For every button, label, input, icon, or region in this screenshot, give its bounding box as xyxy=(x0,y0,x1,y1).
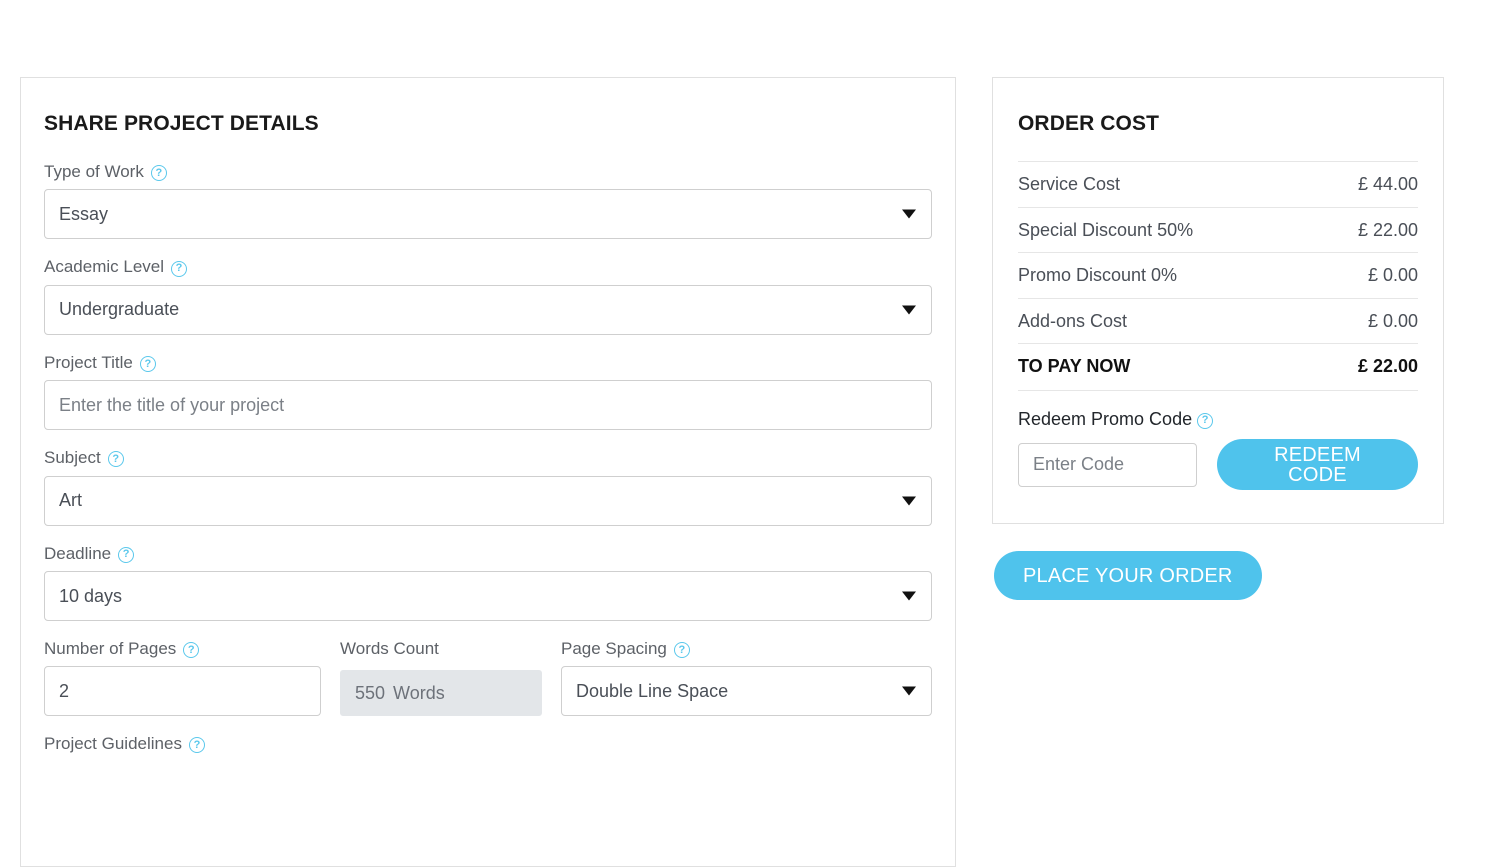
redeem-code-button[interactable]: REDEEM CODE xyxy=(1216,439,1418,491)
chevron-down-icon xyxy=(902,686,916,696)
field-number-of-pages: Number of Pages ? 2 xyxy=(44,639,321,717)
label-redeem-promo-code: Redeem Promo Code ? xyxy=(1018,409,1418,430)
label-text: Project Title xyxy=(44,352,133,372)
cost-amount: £ 0.00 xyxy=(1367,310,1418,331)
select-academic-level[interactable]: Undergraduate xyxy=(44,284,932,335)
cost-amount: £ 22.00 xyxy=(1357,219,1418,240)
select-value: Essay xyxy=(59,203,109,224)
order-cost-card: ORDER COST Service Cost £ 44.00 Special … xyxy=(992,77,1444,524)
label-text: Deadline xyxy=(44,543,112,563)
order-cost-table: Service Cost £ 44.00 Special Discount 50… xyxy=(1018,161,1418,391)
cost-label: Special Discount 50% xyxy=(1018,219,1194,240)
words-count-unit: Words xyxy=(393,682,445,703)
input-value: 2 xyxy=(59,680,70,701)
label-text: Words Count xyxy=(340,639,439,659)
words-count-readonly: 550 Words xyxy=(340,670,542,717)
help-icon[interactable]: ? xyxy=(107,451,124,468)
project-details-body: SHARE PROJECT DETAILS Type of Work ? Ess… xyxy=(21,78,955,754)
order-cost-body: ORDER COST Service Cost £ 44.00 Special … xyxy=(993,78,1443,491)
table-row: Promo Discount 0% £ 0.00 xyxy=(1018,252,1418,299)
label-text: Number of Pages xyxy=(44,639,177,659)
select-type-of-work[interactable]: Essay xyxy=(44,189,932,240)
select-page-spacing[interactable]: Double Line Space xyxy=(561,666,932,717)
chevron-down-icon xyxy=(902,209,916,219)
field-academic-level: Academic Level ? Undergraduate xyxy=(44,257,932,335)
label-words-count: Words Count xyxy=(340,639,542,659)
select-subject[interactable]: Art xyxy=(44,475,932,526)
label-text: Subject xyxy=(44,448,101,468)
words-count-value: 550 xyxy=(355,682,386,703)
project-title-input[interactable]: Enter the title of your project xyxy=(44,380,932,431)
label-text: Academic Level xyxy=(44,257,165,277)
cost-label: Promo Discount 0% xyxy=(1018,265,1178,286)
field-project-title: Project Title ? Enter the title of your … xyxy=(44,353,932,431)
project-details-card: SHARE PROJECT DETAILS Type of Work ? Ess… xyxy=(20,77,956,867)
help-icon[interactable]: ? xyxy=(673,642,690,659)
field-words-count: Words Count 550 Words xyxy=(340,639,542,717)
order-page: SHARE PROJECT DETAILS Type of Work ? Ess… xyxy=(0,0,1495,867)
cost-label: Service Cost xyxy=(1018,174,1121,195)
label-text: Project Guidelines xyxy=(44,734,182,754)
label-text: Type of Work xyxy=(44,162,144,182)
field-deadline: Deadline ? 10 days xyxy=(44,544,932,622)
input-placeholder: Enter the title of your project xyxy=(59,394,285,415)
cost-amount: £ 44.00 xyxy=(1357,174,1418,195)
chevron-down-icon xyxy=(902,496,916,506)
label-page-spacing: Page Spacing ? xyxy=(561,639,932,659)
field-subject: Subject ? Art xyxy=(44,448,932,526)
label-text: Page Spacing xyxy=(561,639,667,659)
table-row: Special Discount 50% £ 22.00 xyxy=(1018,207,1418,253)
chevron-down-icon xyxy=(902,305,916,315)
cost-amount: £ 0.00 xyxy=(1367,265,1418,286)
label-project-title: Project Title ? xyxy=(44,353,932,373)
place-your-order-button[interactable]: PLACE YOUR ORDER xyxy=(994,551,1262,600)
label-project-guidelines: Project Guidelines ? xyxy=(44,734,932,754)
total-label: TO PAY NOW xyxy=(1018,356,1131,377)
select-value: Double Line Space xyxy=(576,680,729,701)
chevron-down-icon xyxy=(902,591,916,601)
help-icon[interactable]: ? xyxy=(188,737,205,754)
help-icon[interactable]: ? xyxy=(118,546,135,563)
label-academic-level: Academic Level ? xyxy=(44,257,932,277)
help-icon[interactable]: ? xyxy=(183,642,200,659)
table-row-total: TO PAY NOW £ 22.00 xyxy=(1018,343,1418,391)
label-number-of-pages: Number of Pages ? xyxy=(44,639,321,659)
table-row: Add-ons Cost £ 0.00 xyxy=(1018,298,1418,344)
input-placeholder: Enter Code xyxy=(1033,454,1125,475)
select-value: Undergraduate xyxy=(59,299,180,320)
table-row: Service Cost £ 44.00 xyxy=(1018,161,1418,208)
help-icon[interactable]: ? xyxy=(171,260,188,277)
pages-words-spacing-row: Number of Pages ? 2 Words Count 550 Word… xyxy=(44,639,932,717)
label-text: Redeem Promo Code xyxy=(1018,409,1193,430)
help-icon[interactable]: ? xyxy=(139,356,156,373)
number-of-pages-input[interactable]: 2 xyxy=(44,666,321,717)
label-subject: Subject ? xyxy=(44,448,932,468)
field-page-spacing: Page Spacing ? Double Line Space xyxy=(561,639,932,717)
help-icon[interactable]: ? xyxy=(1197,412,1214,429)
label-type-of-work: Type of Work ? xyxy=(44,162,932,182)
total-amount: £ 22.00 xyxy=(1357,356,1418,377)
help-icon[interactable]: ? xyxy=(150,165,167,182)
order-cost-title: ORDER COST xyxy=(1018,112,1160,135)
page-title: SHARE PROJECT DETAILS xyxy=(44,112,319,135)
promo-code-row: Enter Code REDEEM CODE xyxy=(1018,439,1418,491)
cost-label: Add-ons Cost xyxy=(1018,310,1128,331)
label-deadline: Deadline ? xyxy=(44,544,932,564)
select-value: Art xyxy=(59,490,83,511)
select-deadline[interactable]: 10 days xyxy=(44,571,932,622)
field-type-of-work: Type of Work ? Essay xyxy=(44,162,932,240)
promo-code-input[interactable]: Enter Code xyxy=(1018,442,1197,487)
select-value: 10 days xyxy=(59,585,123,606)
